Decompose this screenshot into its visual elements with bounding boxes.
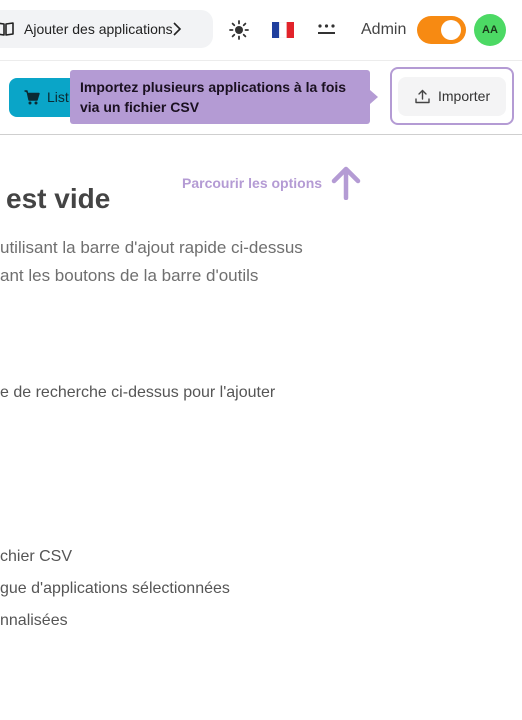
import-button-label: Importer bbox=[438, 88, 491, 104]
sun-icon[interactable] bbox=[229, 20, 249, 45]
instruction-line: ant les boutons de la barre d'outils bbox=[0, 266, 259, 285]
option-item: chier CSV bbox=[0, 548, 73, 565]
keyboard-shortcuts-icon[interactable] bbox=[316, 20, 337, 43]
browse-options-hint: Parcourir les options bbox=[182, 175, 323, 191]
avatar[interactable]: AA bbox=[474, 14, 506, 46]
search-hint: e de recherche ci-dessus pour l'ajouter bbox=[0, 384, 276, 401]
chevron-right-icon bbox=[172, 22, 182, 41]
import-button[interactable]: Importer bbox=[398, 77, 506, 116]
language-flag-icon[interactable] bbox=[272, 21, 294, 43]
list-button-label: List bbox=[47, 89, 69, 105]
toolbar: List Importez plusieurs applications à l… bbox=[0, 61, 522, 135]
empty-state-title: est vide bbox=[6, 183, 111, 214]
option-item: gue d'applications sélectionnées bbox=[0, 580, 230, 597]
book-icon bbox=[0, 21, 14, 42]
import-tooltip: Importez plusieurs applications à la foi… bbox=[70, 70, 370, 124]
user-name: Admin bbox=[361, 21, 407, 38]
arrow-up-icon bbox=[330, 166, 362, 205]
toggle-knob bbox=[441, 20, 461, 40]
upload-icon bbox=[415, 89, 430, 109]
instruction-line: utilisant la barre d'ajout rapide ci-des… bbox=[0, 238, 303, 257]
mode-toggle[interactable] bbox=[417, 16, 466, 44]
tooltip-arrow bbox=[370, 90, 378, 104]
add-apps-button[interactable]: Ajouter des applications bbox=[0, 10, 213, 48]
option-item: nnalisées bbox=[0, 612, 68, 629]
header: Ajouter des applications Admin AA bbox=[0, 0, 522, 61]
add-apps-label: Ajouter des applications bbox=[24, 21, 173, 37]
cart-icon bbox=[24, 90, 40, 110]
